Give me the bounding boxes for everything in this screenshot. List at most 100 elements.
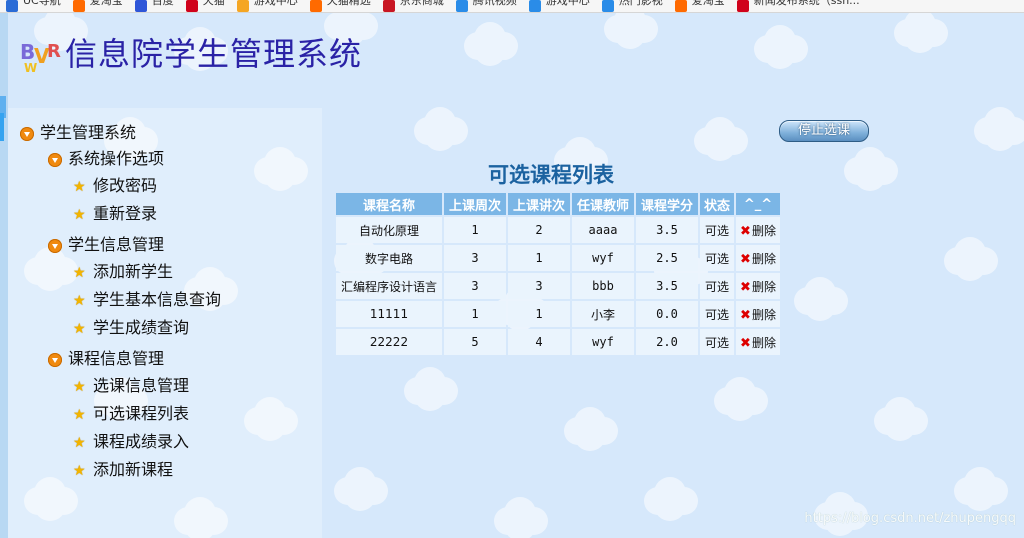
cell-course-name: 汇编程序设计语言 (336, 273, 442, 299)
sidebar-menu-item[interactable]: ★ 重新登录 (73, 200, 157, 224)
svg-text:R: R (47, 41, 61, 62)
tree-node-label: 学生管理系统 (40, 123, 137, 142)
bookmark-label: 热门影视 (618, 0, 663, 7)
tree-node-label: 重新登录 (93, 204, 158, 223)
tree-node-label: 学生信息管理 (68, 235, 165, 254)
bookmark-label: 爱淘宝 (691, 0, 725, 7)
sidebar-menu-item[interactable]: ★ 学生成绩查询 (73, 314, 189, 338)
bookmark-item[interactable]: 新闻发布系统（ssh... (736, 0, 860, 12)
cell-credit: 0.0 (636, 301, 698, 327)
bookmark-item[interactable]: 百度 (134, 0, 174, 12)
movie-icon (601, 0, 614, 12)
tree-group[interactable]: 学生信息管理 (48, 231, 164, 255)
bookmark-item[interactable]: 爱淘宝 (72, 0, 123, 12)
delete-link[interactable]: 删除 (752, 224, 776, 238)
cell-teacher: aaaa (572, 217, 634, 243)
col-header-credit: 课程学分 (636, 193, 698, 215)
cell-status: 可选 (700, 217, 734, 243)
tree-node-label: 添加新学生 (93, 262, 174, 281)
cell-session: 2 (508, 217, 570, 243)
bookmark-item[interactable]: 京东商城 (382, 0, 444, 12)
delete-link[interactable]: 删除 (752, 252, 776, 266)
delete-action[interactable]: ✖删除 (736, 245, 780, 271)
sidebar-menu-item[interactable]: ★ 修改密码 (73, 172, 157, 196)
bookmarks-bar: UC导航 爱淘宝 百度 天猫 游戏中心 天猫精选 京东商城 腾讯视频 游戏中心 热门影视 爱淘宝 新闻… (0, 0, 1024, 13)
tree-node-label: 系统操作选项 (68, 149, 165, 168)
delete-link[interactable]: 删除 (752, 308, 776, 322)
bookmark-item[interactable]: UC导航 (6, 0, 61, 12)
delete-action[interactable]: ✖删除 (736, 329, 780, 355)
sidebar-menu-item[interactable]: ★ 学生基本信息查询 (73, 286, 221, 310)
expand-arrow-icon (48, 352, 62, 367)
delete-action[interactable]: ✖删除 (736, 273, 780, 299)
tmall-select-icon (309, 0, 322, 12)
star-icon: ★ (73, 462, 86, 479)
cell-session: 1 (508, 301, 570, 327)
cell-teacher: wyf (572, 245, 634, 271)
tree-group[interactable]: 系统操作选项 (48, 145, 164, 169)
cell-week: 1 (444, 217, 506, 243)
table-row: 汇编程序设计语言 3 3 bbb 3.5 可选 ✖删除 (336, 273, 780, 299)
cell-week: 3 (444, 273, 506, 299)
tree-node-label: 可选课程列表 (93, 404, 190, 423)
tree-node-label: 学生基本信息查询 (93, 290, 222, 309)
tree-root[interactable]: 学生管理系统 (20, 119, 136, 143)
bookmark-label: 天猫 (202, 0, 225, 7)
star-icon: ★ (73, 292, 86, 309)
aitaobao-icon (674, 0, 687, 12)
cell-status: 可选 (700, 245, 734, 271)
bookmark-item[interactable]: 爱淘宝 (674, 0, 725, 12)
baidu-icon (134, 0, 147, 12)
table-row: 自动化原理 1 2 aaaa 3.5 可选 ✖删除 (336, 217, 780, 243)
cell-session: 4 (508, 329, 570, 355)
cell-credit: 2.5 (636, 245, 698, 271)
star-icon: ★ (73, 264, 86, 281)
sidebar-menu-item[interactable]: ★ 选课信息管理 (73, 372, 189, 396)
cell-week: 3 (444, 245, 506, 271)
news-system-icon (736, 0, 749, 12)
tree-group[interactable]: 课程信息管理 (48, 345, 164, 369)
delete-action[interactable]: ✖删除 (736, 301, 780, 327)
delete-link[interactable]: 删除 (752, 280, 776, 294)
bookmark-item[interactable]: 天猫精选 (309, 0, 371, 12)
cell-week: 5 (444, 329, 506, 355)
col-header-session: 上课讲次 (508, 193, 570, 215)
col-header-teacher: 任课教师 (572, 193, 634, 215)
expand-arrow-icon (48, 152, 62, 167)
cell-session: 1 (508, 245, 570, 271)
cell-course-name: 数字电路 (336, 245, 442, 271)
star-icon: ★ (73, 178, 86, 195)
delete-x-icon: ✖ (740, 279, 751, 295)
delete-x-icon: ✖ (740, 335, 751, 351)
cell-status: 可选 (700, 301, 734, 327)
sidebar-menu-item[interactable]: ★ 添加新课程 (73, 456, 173, 480)
col-header-course-name: 课程名称 (336, 193, 442, 215)
cell-status: 可选 (700, 329, 734, 355)
delete-action[interactable]: ✖删除 (736, 217, 780, 243)
tree-node-label: 学生成绩查询 (93, 318, 190, 337)
sidebar-menu-item[interactable]: ★ 添加新学生 (73, 258, 173, 282)
cell-week: 1 (444, 301, 506, 327)
star-icon: ★ (73, 378, 86, 395)
tree-node-label: 课程成绩录入 (93, 432, 190, 451)
sidebar-menu-item[interactable]: ★ 课程成绩录入 (73, 428, 189, 452)
bookmark-item[interactable]: 天猫 (185, 0, 225, 12)
bookmark-item[interactable]: 热门影视 (601, 0, 663, 12)
stop-selection-button[interactable]: 停止选课 (779, 120, 869, 142)
svg-text:W: W (24, 61, 37, 73)
course-table: 课程名称 上课周次 上课讲次 任课教师 课程学分 状态 ^_^ 自动化原理 1 2 a… (334, 191, 782, 357)
bookmark-item[interactable]: 游戏中心 (236, 0, 298, 12)
expand-arrow-icon (20, 126, 34, 141)
main-page: B V R W 信息院学生管理系统 学生管理系统 系统操作选项 ★ 修改密码 ★ 重新登录… (8, 13, 1024, 538)
bookmark-item[interactable]: 腾讯视频 (455, 0, 517, 12)
game-center-icon (236, 0, 249, 12)
site-title: 信息院学生管理系统 (65, 35, 363, 73)
bookmark-item[interactable]: 游戏中心 (528, 0, 590, 12)
tree-node-label: 添加新课程 (93, 460, 174, 479)
table-row: 11111 1 1 小李 0.0 可选 ✖删除 (336, 301, 780, 327)
watermark-url: https://blog.csdn.net/zhupengqq (804, 511, 1016, 526)
cell-credit: 3.5 (636, 273, 698, 299)
sidebar-menu-item[interactable]: ★ 可选课程列表 (73, 400, 189, 424)
bookmark-label: 爱淘宝 (89, 0, 123, 7)
delete-link[interactable]: 删除 (752, 336, 776, 350)
